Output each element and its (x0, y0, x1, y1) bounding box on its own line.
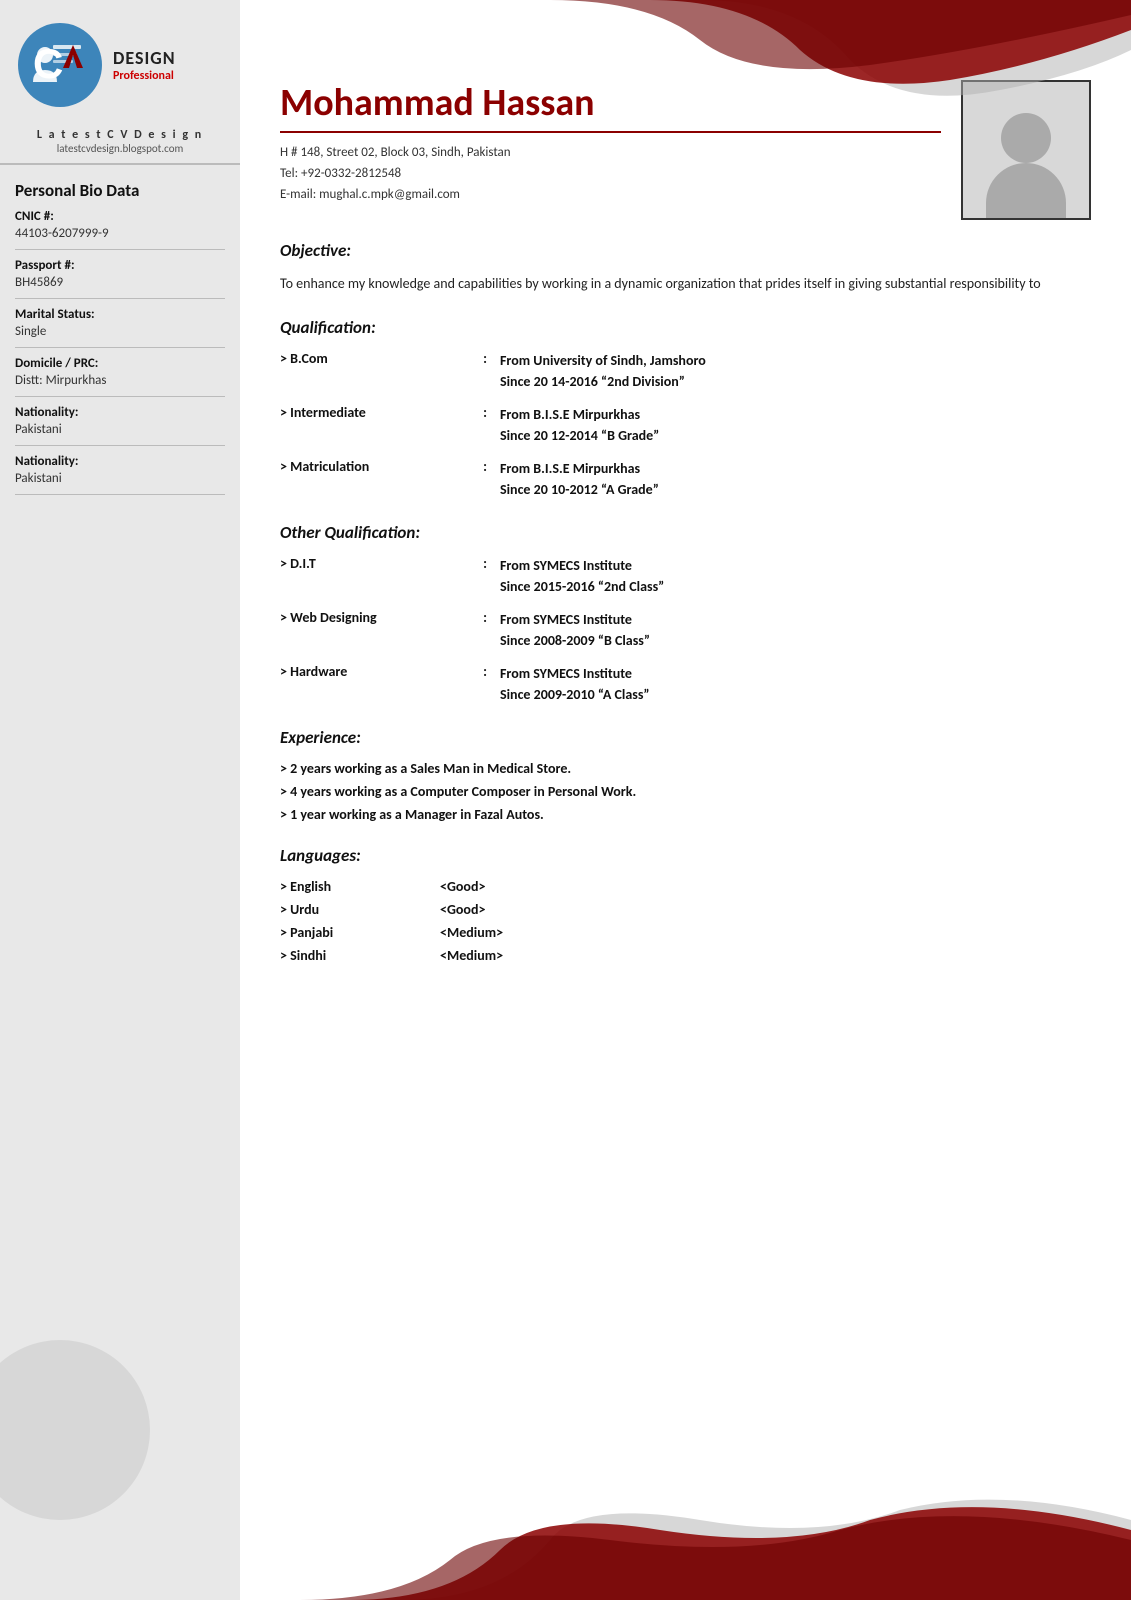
experience-item: > 4 years working as a Computer Composer… (280, 783, 1091, 800)
qual-degree: > B.Com (280, 350, 470, 367)
bio-item: CNIC #: 44103-6207999-9 (15, 209, 225, 250)
language-level: <Good> (440, 901, 560, 918)
bio-fields: CNIC #: 44103-6207999-9 Passport #: BH45869… (15, 209, 225, 495)
qualification-title: Qualification: (280, 317, 1091, 338)
language-level: <Medium> (440, 924, 560, 941)
bio-item: Nationality: Pakistani (15, 405, 225, 446)
qualification-row: > Matriculation : From B.I.S.E Mirpurkha… (280, 458, 1091, 500)
bio-value: BH45869 (15, 275, 225, 290)
bio-section: Personal Bio Data CNIC #: 44103-6207999-9… (0, 165, 240, 495)
bio-label: CNIC #: (15, 209, 225, 224)
experience-title: Experience: (280, 727, 1091, 748)
qual-degree: > Matriculation (280, 458, 470, 475)
photo-head (1001, 113, 1051, 163)
qual-degree: > Intermediate (280, 404, 470, 421)
qualification-list: > B.Com : From University of Sindh, Jams… (280, 350, 1091, 500)
qualification-row: > Intermediate : From B.I.S.E Mirpurkhas… (280, 404, 1091, 446)
qual-colon: : (470, 350, 500, 367)
experience-list: > 2 years working as a Sales Man in Medi… (280, 760, 1091, 823)
header-area: Mohammad Hassan H # 148, Street 02, Bloc… (280, 30, 1091, 220)
address: H # 148, Street 02, Block 03, Sindh, Pak… (280, 143, 941, 164)
qualification-row: > B.Com : From University of Sindh, Jams… (280, 350, 1091, 392)
language-name: > Sindhi (280, 947, 440, 964)
sidebar-decorative-circle (0, 1340, 150, 1520)
bio-label: Domicile / PRC: (15, 356, 225, 371)
sidebar: C DESIGN Professional L a t e s t C V D … (0, 0, 240, 1600)
qualification-row: > D.I.T : From SYMECS InstituteSince 201… (280, 555, 1091, 597)
qualification-row: > Web Designing : From SYMECS InstituteS… (280, 609, 1091, 651)
bio-item: Passport #: BH45869 (15, 258, 225, 299)
name-contact: Mohammad Hassan H # 148, Street 02, Bloc… (280, 80, 941, 205)
bio-value: Pakistani (15, 471, 225, 486)
cv-page: C DESIGN Professional L a t e s t C V D … (0, 0, 1131, 1600)
experience-item: > 2 years working as a Sales Man in Medi… (280, 760, 1091, 777)
objective-section: Objective: To enhance my knowledge and c… (280, 240, 1091, 295)
qual-degree: > Web Designing (280, 609, 470, 626)
bio-item: Nationality: Pakistani (15, 454, 225, 495)
qual-details: From SYMECS InstituteSince 2008-2009 “B … (500, 609, 650, 651)
qual-degree: > Hardware (280, 663, 470, 680)
bio-value: Pakistani (15, 422, 225, 437)
bio-value: 44103-6207999-9 (15, 226, 225, 241)
photo-body (986, 163, 1066, 218)
bio-title: Personal Bio Data (15, 180, 225, 201)
site-name: L a t e s t C V D e s i g n (10, 128, 230, 142)
qual-colon: : (470, 404, 500, 421)
bio-label: Nationality: (15, 454, 225, 469)
email: E-mail: mughal.c.mpk@gmail.com (280, 185, 941, 206)
logo-design-label: DESIGN (113, 47, 176, 69)
experience-section: Experience: > 2 years working as a Sales… (280, 727, 1091, 823)
bio-label: Nationality: (15, 405, 225, 420)
qual-details: From B.I.S.E MirpurkhasSince 20 12-2014 … (500, 404, 659, 446)
language-level: <Medium> (440, 947, 560, 964)
language-name: > Panjabi (280, 924, 440, 941)
bio-item: Domicile / PRC: Distt: Mirpurkhas (15, 356, 225, 397)
language-level: <Good> (440, 878, 560, 895)
qual-details: From B.I.S.E MirpurkhasSince 20 10-2012 … (500, 458, 659, 500)
qual-details: From University of Sindh, JamshoroSince … (500, 350, 706, 392)
cv-logo-icon: C (15, 20, 105, 110)
photo-placeholder (963, 82, 1089, 218)
tel: Tel: +92-0332-2812548 (280, 164, 941, 185)
language-name: > Urdu (280, 901, 440, 918)
qualification-section: Qualification: > B.Com : From University… (280, 317, 1091, 500)
bio-value: Single (15, 324, 225, 339)
objective-text: To enhance my knowledge and capabilities… (280, 273, 1091, 295)
site-url: latestcvdesign.blogspot.com (10, 142, 230, 155)
bio-label: Marital Status: (15, 307, 225, 322)
main-content: Mohammad Hassan H # 148, Street 02, Bloc… (240, 0, 1131, 1600)
qual-details: From SYMECS InstituteSince 2009-2010 “A … (500, 663, 650, 705)
qual-degree: > D.I.T (280, 555, 470, 572)
bio-item: Marital Status: Single (15, 307, 225, 348)
contact-info: H # 148, Street 02, Block 03, Sindh, Pak… (280, 143, 941, 205)
other-qualification-section: Other Qualification: > D.I.T : From SYME… (280, 522, 1091, 705)
bio-label: Passport #: (15, 258, 225, 273)
qual-colon: : (470, 555, 500, 572)
qual-details: From SYMECS InstituteSince 2015-2016 “2n… (500, 555, 664, 597)
qual-colon: : (470, 663, 500, 680)
qual-colon: : (470, 458, 500, 475)
photo-box (961, 80, 1091, 220)
languages-section: Languages: > English<Good>> Urdu<Good>> … (280, 845, 1091, 964)
logo-area: C DESIGN Professional (0, 0, 240, 120)
languages-title: Languages: (280, 845, 1091, 866)
other-qualification-list: > D.I.T : From SYMECS InstituteSince 201… (280, 555, 1091, 705)
full-name: Mohammad Hassan (280, 80, 941, 133)
language-name: > English (280, 878, 440, 895)
objective-title: Objective: (280, 240, 1091, 261)
qual-colon: : (470, 609, 500, 626)
site-info: L a t e s t C V D e s i g n latestcvdesi… (0, 120, 240, 165)
languages-list: > English<Good>> Urdu<Good>> Panjabi<Med… (280, 878, 1091, 964)
bio-value: Distt: Mirpurkhas (15, 373, 225, 388)
qualification-row: > Hardware : From SYMECS InstituteSince … (280, 663, 1091, 705)
logo-professional-label: Professional (113, 69, 176, 83)
logo-text: DESIGN Professional (113, 47, 176, 83)
experience-item: > 1 year working as a Manager in Fazal A… (280, 806, 1091, 823)
other-qualification-title: Other Qualification: (280, 522, 1091, 543)
